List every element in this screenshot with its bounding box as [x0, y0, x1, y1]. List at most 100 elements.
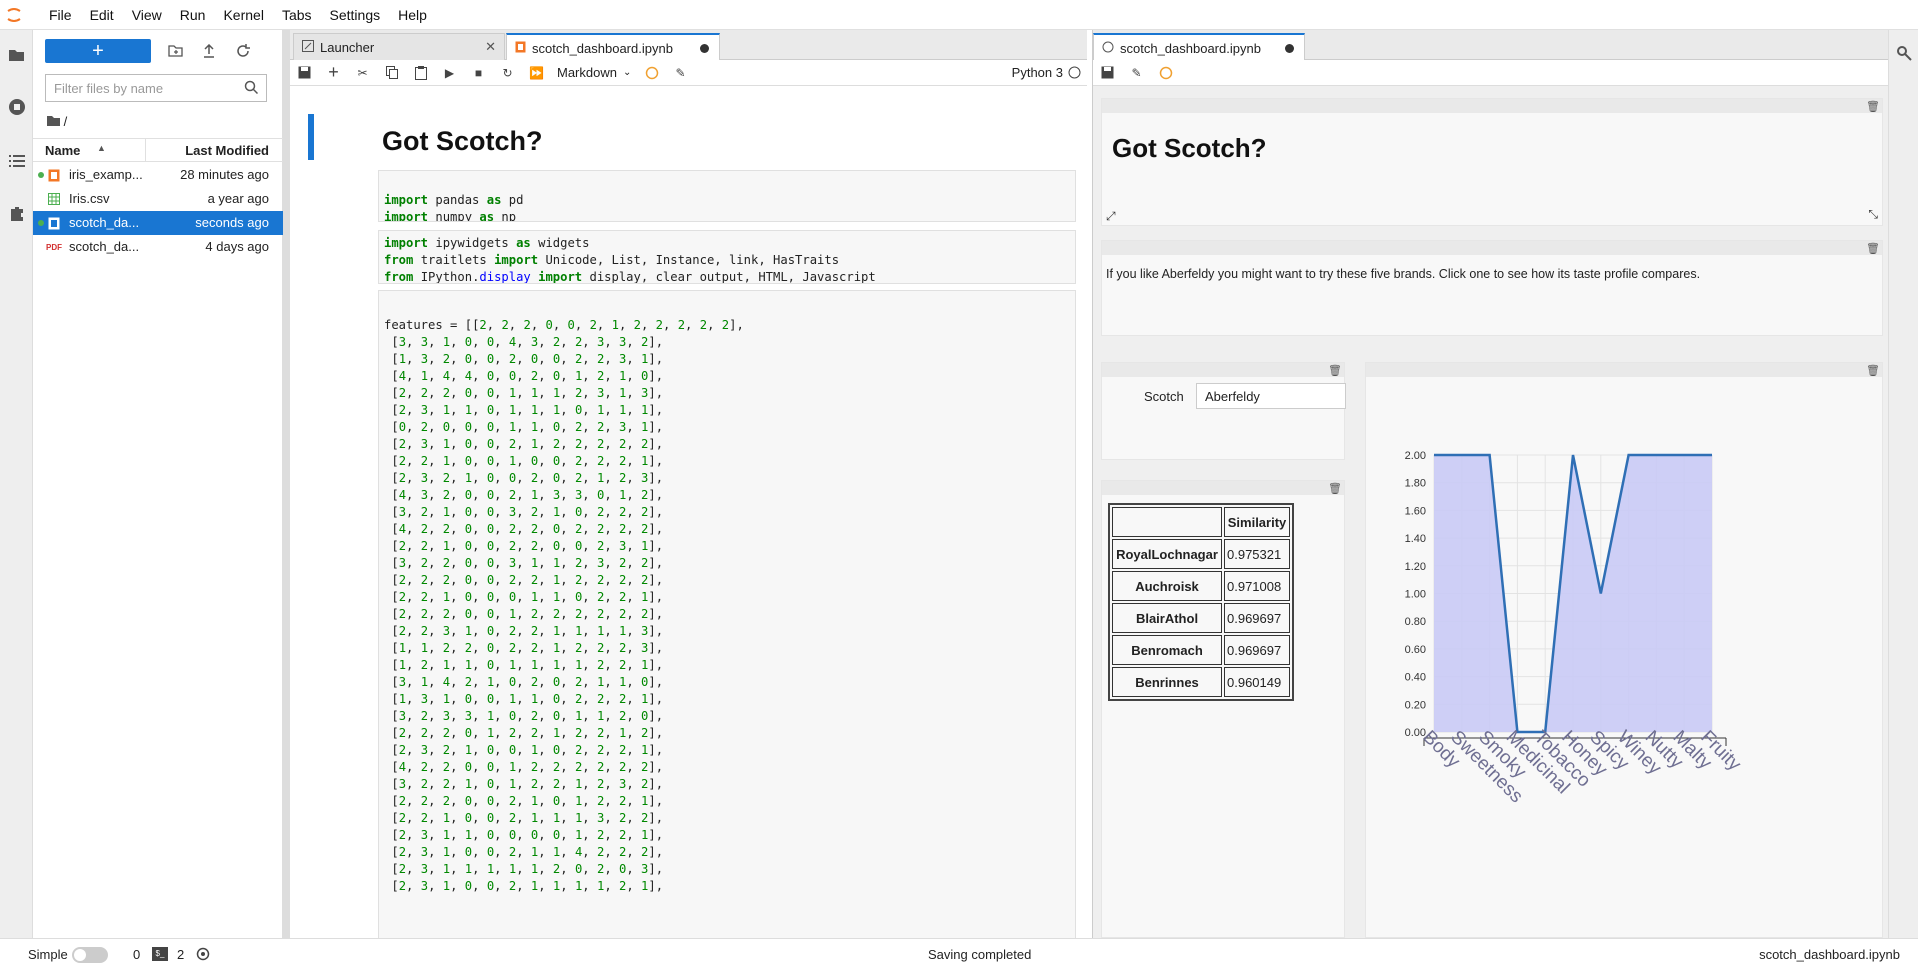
kernel-settings-icon[interactable] [196, 947, 210, 964]
file-row[interactable]: iris_examp... 28 minutes ago [33, 163, 283, 187]
paste-icon[interactable] [406, 60, 435, 86]
pencil-icon[interactable]: ✎ [1122, 60, 1151, 86]
code-text: ] [648, 522, 656, 536]
code-cell-3[interactable]: features = [[2, 2, 2, 0, 0, 2, 1, 2, 2, … [378, 290, 1076, 938]
cell-drag-handle[interactable] [1102, 363, 1344, 377]
table-row[interactable]: RoyalLochnagar 0.975321 [1112, 539, 1290, 569]
menu-kernel[interactable]: Kernel [214, 7, 272, 23]
similarity-table-cell[interactable]: 🗑 Similarity RoyalLochnagar 0.975321 Auch… [1101, 480, 1345, 938]
menu-edit[interactable]: Edit [81, 7, 123, 23]
dashboard-heading-cell[interactable]: 🗑 Got Scotch? ⤢ ⤡ [1101, 98, 1883, 226]
cell-type-select[interactable]: Markdown ⌄ [557, 65, 637, 80]
cell-drag-handle[interactable] [1102, 481, 1344, 495]
close-icon[interactable]: ✕ [485, 39, 496, 55]
code-line: [1, 3, 1, 0, 0, 1, 1, 0, 2, 2, 2, 1], [384, 691, 1070, 708]
menu-help[interactable]: Help [389, 7, 436, 23]
code-text: , [582, 879, 590, 893]
row-label[interactable]: Benromach [1112, 635, 1222, 665]
menu-tabs[interactable]: Tabs [273, 7, 321, 23]
code-line: [2, 3, 1, 1, 0, 1, 1, 1, 0, 1, 1, 1], [384, 402, 1070, 419]
row-label[interactable]: Benrinnes [1112, 667, 1222, 697]
fast-forward-icon[interactable]: ⏩ [522, 60, 551, 86]
row-label[interactable]: RoyalLochnagar [1112, 539, 1222, 569]
breadcrumb-root[interactable]: / [64, 114, 68, 129]
file-row-selected[interactable]: scotch_da... seconds ago [33, 211, 283, 235]
table-row[interactable]: Auchroisk 0.971008 [1112, 571, 1290, 601]
panel-splitter[interactable] [283, 30, 290, 938]
trash-icon[interactable]: 🗑 [1328, 481, 1342, 495]
unsaved-dot-icon[interactable] [700, 44, 709, 53]
kernel-name[interactable]: Python 3 [1012, 65, 1063, 80]
cut-icon[interactable]: ✂ [348, 60, 377, 86]
new-launcher-button[interactable]: + [45, 39, 151, 63]
taste-profile-chart-cell[interactable]: 🗑 0.00 0.20 0.40 0.60 0.80 1.00 1.20 1.40 1.60 1.… [1365, 362, 1883, 938]
pdf-icon: PDF [46, 242, 62, 252]
cell-drag-handle[interactable] [1102, 99, 1882, 113]
dashboard-description-cell[interactable]: 🗑 If you like Aberfeldy you might want t… [1101, 240, 1883, 336]
cell-drag-handle[interactable] [1366, 363, 1882, 377]
code-cell-1[interactable]: import pandas as pd import numpy as np i… [378, 170, 1076, 222]
keyword: from [384, 253, 414, 267]
toc-icon[interactable] [0, 146, 33, 176]
resize-icon[interactable]: ⤢ [1106, 209, 1116, 224]
new-folder-icon[interactable] [163, 39, 187, 63]
file-row[interactable]: Iris.csv a year ago [33, 187, 283, 211]
menu-view[interactable]: View [123, 7, 171, 23]
code-text: display [589, 270, 641, 284]
restart-icon[interactable]: ↻ [493, 60, 522, 86]
row-label[interactable]: BlairAthol [1112, 603, 1222, 633]
stop-icon[interactable]: ■ [464, 60, 493, 86]
trash-icon[interactable]: 🗑 [1328, 363, 1342, 377]
table-row[interactable]: BlairAthol 0.969697 [1112, 603, 1290, 633]
extensions-icon[interactable] [0, 198, 33, 228]
resize-icon[interactable]: ⤡ [1868, 207, 1878, 222]
breadcrumb[interactable]: / [47, 114, 67, 129]
terminal-icon[interactable]: $_ [152, 947, 168, 961]
save-icon[interactable] [290, 60, 319, 86]
menu-settings[interactable]: Settings [321, 7, 390, 23]
tab-launcher[interactable]: Launcher ✕ [293, 33, 505, 60]
column-name[interactable]: Name [45, 143, 80, 158]
trash-icon[interactable]: 🗑 [1866, 363, 1880, 377]
unsaved-dot-icon[interactable] [1285, 44, 1294, 53]
file-row[interactable]: PDF scotch_da... 4 days ago [33, 235, 283, 259]
scotch-select-cell[interactable]: 🗑 Scotch Aberfeldy [1101, 362, 1346, 460]
copy-icon[interactable] [377, 60, 406, 86]
save-icon[interactable] [1093, 60, 1122, 86]
menu-file[interactable]: File [40, 7, 81, 23]
folder-icon[interactable] [0, 40, 33, 70]
tab-scotch-dashboard-view[interactable]: scotch_dashboard.ipynb [1093, 33, 1305, 61]
code-text: , [538, 607, 546, 621]
column-last-modified[interactable]: Last Modified [185, 143, 269, 158]
property-inspector-icon[interactable] [1895, 44, 1913, 65]
scotch-input[interactable]: Aberfeldy [1196, 383, 1346, 409]
code-text: , [538, 505, 546, 519]
number: 3 [420, 862, 429, 876]
trash-icon[interactable]: 🗑 [1866, 241, 1880, 255]
menu-run[interactable]: Run [171, 7, 215, 23]
pencil-icon[interactable]: ✎ [666, 60, 695, 86]
table-row[interactable]: Benrinnes 0.960149 [1112, 667, 1290, 697]
file-filter-input[interactable]: Filter files by name [45, 74, 267, 102]
add-cell-icon[interactable]: + [319, 60, 348, 86]
code-cell-2[interactable]: import ipywidgets as widgets from traitle… [378, 230, 1076, 284]
row-label[interactable]: Auchroisk [1112, 571, 1222, 601]
number: 2 [420, 539, 429, 553]
trash-icon[interactable]: 🗑 [1866, 99, 1880, 113]
upload-icon[interactable] [197, 39, 221, 63]
simple-mode-toggle[interactable] [72, 947, 108, 963]
cell-drag-handle[interactable] [1102, 241, 1882, 255]
tab-scotch-dashboard[interactable]: scotch_dashboard.ipynb [506, 33, 720, 61]
running-icon[interactable] [0, 92, 33, 122]
run-icon[interactable]: ▶ [435, 60, 464, 86]
table-row[interactable]: Benromach 0.969697 [1112, 635, 1290, 665]
refresh-icon[interactable] [231, 39, 255, 63]
